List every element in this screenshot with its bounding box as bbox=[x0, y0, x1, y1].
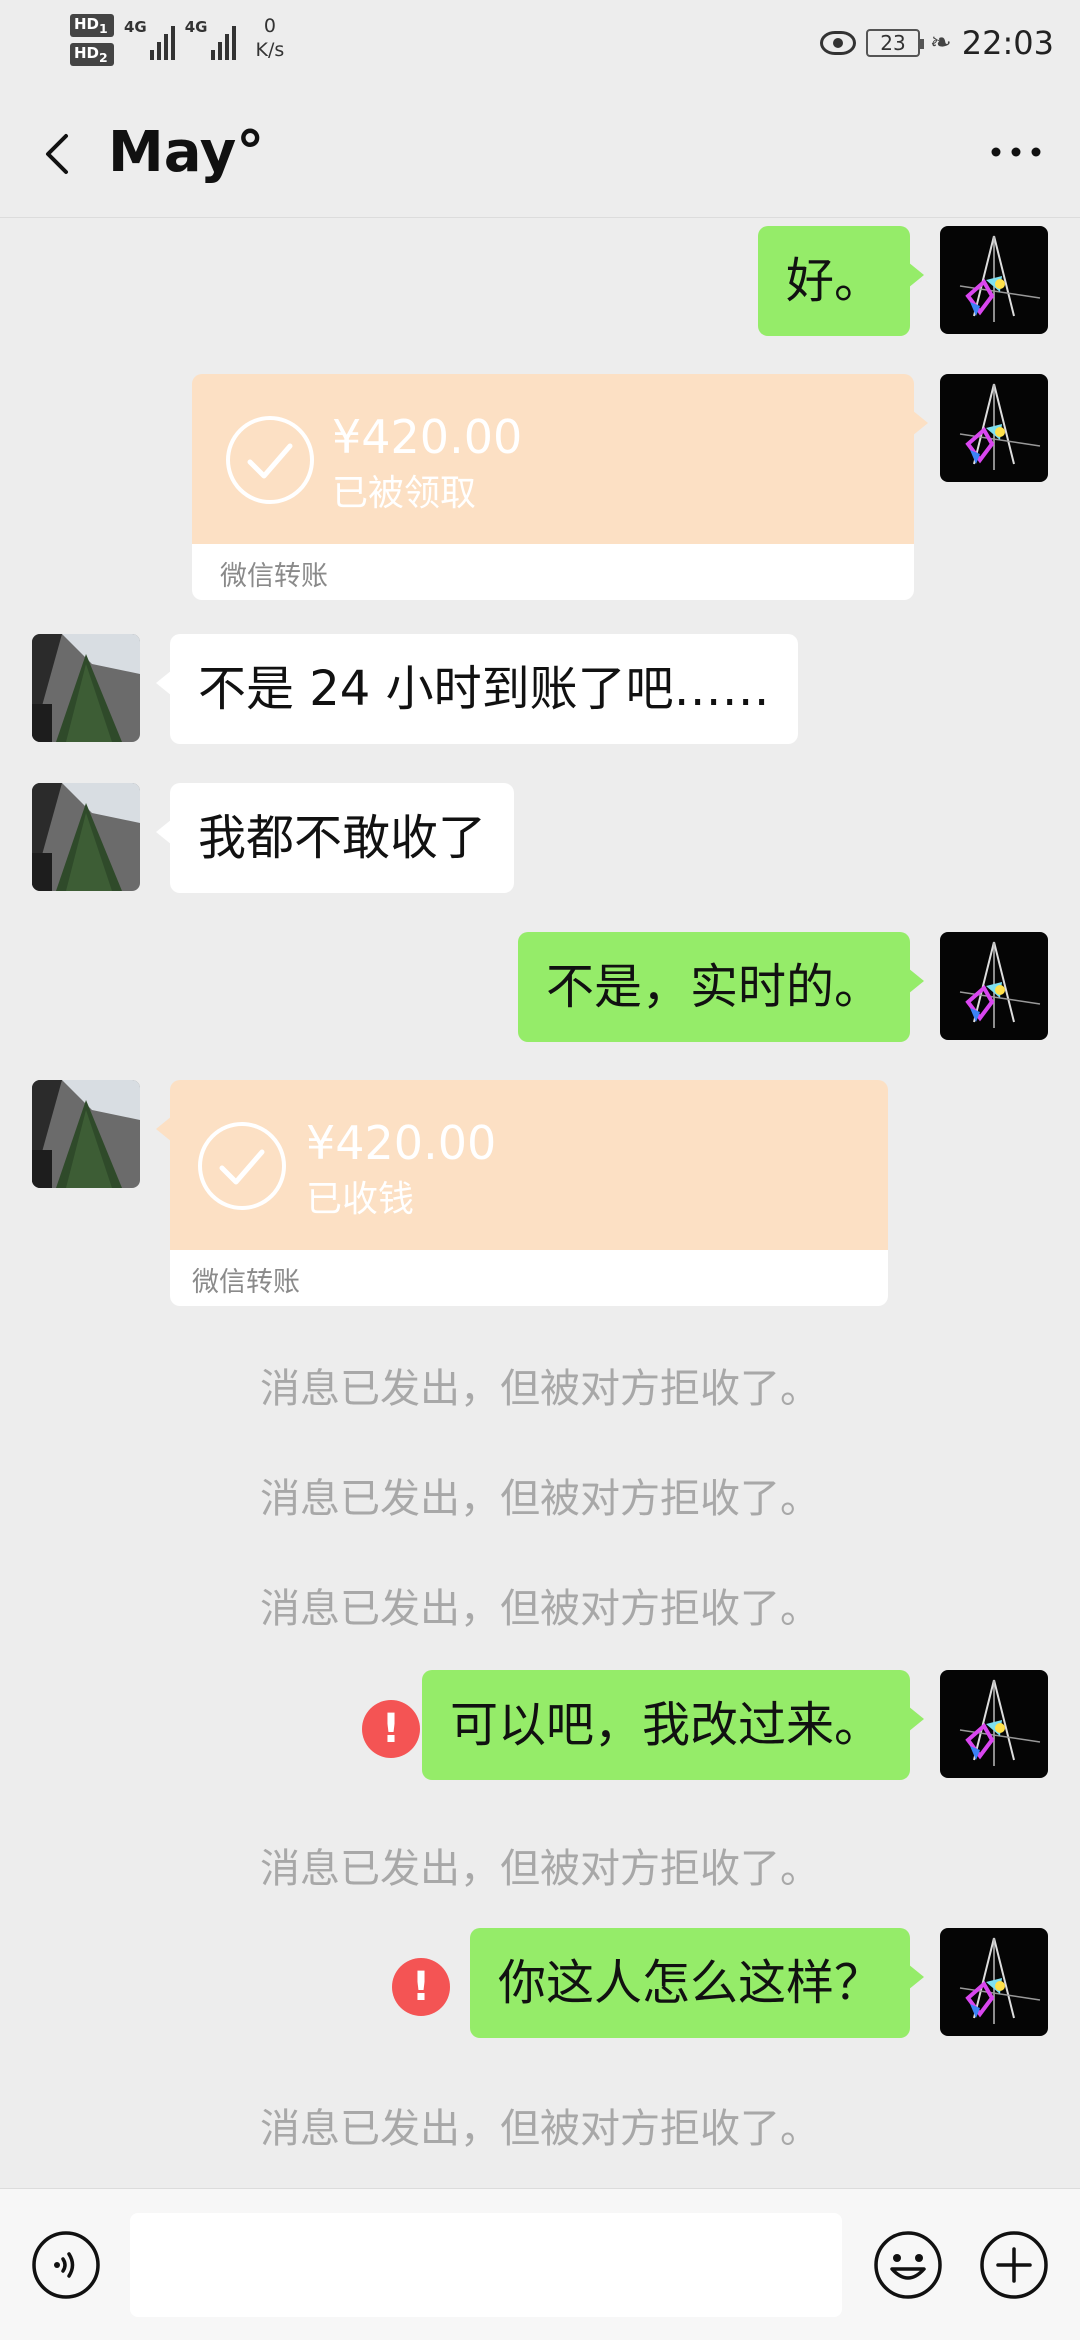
network-type-2: 4G bbox=[184, 18, 208, 36]
message-bubble-incoming[interactable]: 我都不敢收了 bbox=[155, 783, 515, 893]
message-bubble-outgoing[interactable]: 好。 bbox=[757, 226, 925, 336]
check-circle-icon bbox=[198, 1122, 286, 1210]
transfer-card-outgoing[interactable]: ¥420.00 已被领取 微信转账 bbox=[192, 374, 928, 600]
status-left: HD1 HD2 4G 4G 0 K/s bbox=[70, 14, 284, 66]
back-icon[interactable] bbox=[36, 132, 80, 176]
hd-badge-1: HD1 bbox=[70, 14, 114, 37]
signal-1-icon: 4G bbox=[124, 14, 175, 60]
transfer-amount: ¥420.00 bbox=[306, 1116, 497, 1170]
battery-level: 23 bbox=[880, 31, 906, 55]
transfer-footer: 微信转账 bbox=[192, 544, 914, 600]
chat-title: May° bbox=[108, 120, 265, 185]
system-notice: 消息已发出，但被对方拒收了。 bbox=[260, 2106, 820, 2152]
network-type-1: 4G bbox=[124, 18, 147, 36]
eye-icon bbox=[819, 31, 856, 55]
transfer-status: 已收钱 bbox=[306, 1179, 415, 1220]
avatar[interactable] bbox=[940, 1928, 1048, 2036]
input-bar bbox=[0, 2188, 1080, 2340]
check-circle-icon bbox=[226, 416, 314, 504]
transfer-card-top: ¥420.00 已被领取 bbox=[192, 374, 928, 544]
transfer-card-incoming[interactable]: ¥420.00 已收钱 微信转账 bbox=[156, 1080, 888, 1306]
more-icon[interactable] bbox=[988, 142, 1044, 162]
transfer-card-top: ¥420.00 已收钱 bbox=[156, 1080, 888, 1250]
system-notice: 消息已发出，但被对方拒收了。 bbox=[260, 1586, 820, 1632]
avatar[interactable] bbox=[32, 1080, 140, 1188]
system-notice: 消息已发出，但被对方拒收了。 bbox=[260, 1476, 820, 1522]
system-notice: 消息已发出，但被对方拒收了。 bbox=[260, 1366, 820, 1412]
emoji-icon[interactable] bbox=[872, 2229, 944, 2301]
voice-icon[interactable] bbox=[30, 2229, 102, 2301]
network-speed-value: 0 bbox=[263, 15, 276, 37]
hd-indicators: HD1 HD2 bbox=[70, 14, 114, 66]
avatar[interactable] bbox=[940, 226, 1048, 334]
avatar[interactable] bbox=[940, 1670, 1048, 1778]
message-bubble-incoming[interactable]: 不是 24 小时到账了吧…… bbox=[156, 634, 798, 744]
plus-icon[interactable] bbox=[978, 2229, 1050, 2301]
avatar[interactable] bbox=[940, 374, 1048, 482]
leaf-icon: ❧ bbox=[929, 28, 952, 58]
avatar[interactable] bbox=[940, 932, 1048, 1040]
network-speed-unit: K/s bbox=[255, 39, 285, 61]
network-speed: 0 K/s bbox=[256, 14, 285, 62]
battery-icon: 23 bbox=[865, 29, 924, 57]
signal-2-icon: 4G bbox=[185, 14, 236, 60]
send-failed-icon[interactable]: ! bbox=[392, 1958, 450, 2016]
clock: 22:03 bbox=[961, 24, 1054, 62]
avatar[interactable] bbox=[32, 634, 140, 742]
message-bubble-outgoing[interactable]: 你这人怎么这样？ bbox=[469, 1928, 925, 2038]
transfer-footer: 微信转账 bbox=[170, 1250, 888, 1306]
transfer-amount: ¥420.00 bbox=[332, 410, 523, 464]
chat-header: May° bbox=[0, 90, 1080, 218]
message-bubble-outgoing[interactable]: 不是，实时的。 bbox=[517, 932, 925, 1042]
transfer-status: 已被领取 bbox=[332, 473, 477, 514]
status-right: 23 ❧ 22:03 bbox=[819, 24, 1054, 62]
system-notice: 消息已发出，但被对方拒收了。 bbox=[260, 1846, 820, 1892]
avatar[interactable] bbox=[32, 783, 140, 891]
status-bar: HD1 HD2 4G 4G 0 K/s 23 ❧ 22:03 bbox=[0, 0, 1080, 90]
send-failed-icon[interactable]: ! bbox=[362, 1700, 420, 1758]
hd-badge-2: HD2 bbox=[70, 43, 114, 66]
message-input[interactable] bbox=[130, 2213, 842, 2317]
message-bubble-outgoing[interactable]: 可以吧，我改过来。 bbox=[421, 1670, 925, 1780]
